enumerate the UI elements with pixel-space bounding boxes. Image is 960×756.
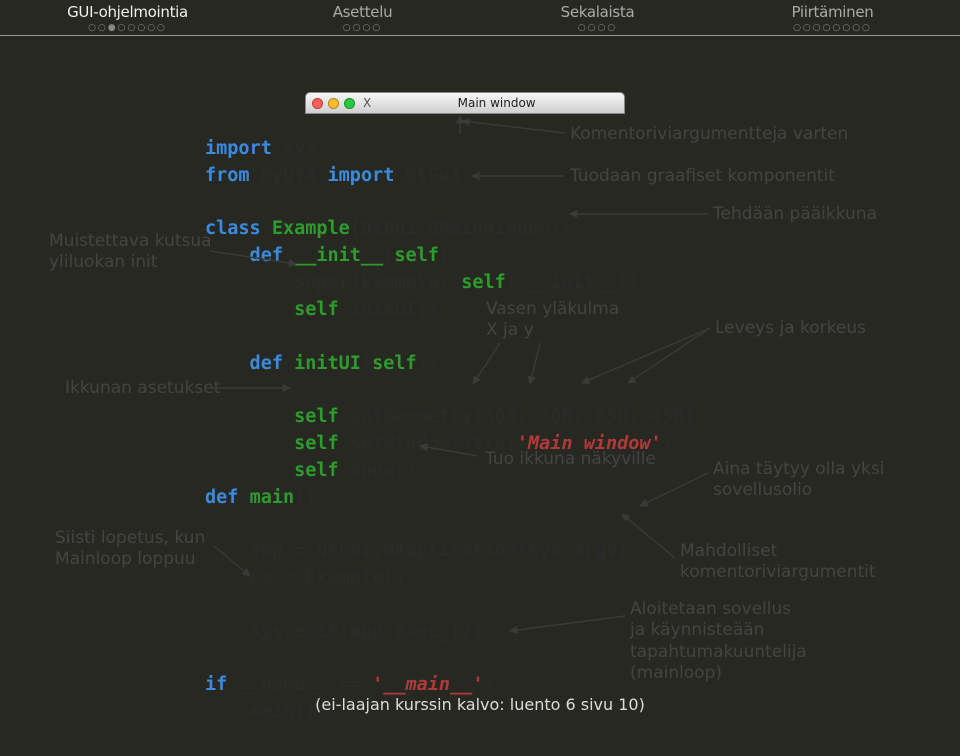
code-block: import sys from PyQt4 import QtGui class…	[205, 136, 695, 726]
nav-item-piirtaminen[interactable]: Piirtäminen ○○○○○○○○	[715, 3, 950, 33]
nav-title: Piirtäminen	[715, 3, 950, 21]
annotation: Ikkunan asetukset	[65, 378, 220, 399]
nav-title: GUI-ohjelmointia	[10, 3, 245, 21]
navbar: GUI-ohjelmointia ○○●○○○○○ Asettelu ○○○○ …	[0, 0, 960, 33]
annotation: Leveys ja korkeus	[715, 318, 866, 339]
annotation: Siisti lopetus, kun Mainloop loppuu	[55, 528, 205, 571]
nav-item-sekalaista[interactable]: Sekalaista ○○○○	[480, 3, 715, 33]
annotation: Tuo ikkuna näkyville	[485, 449, 656, 470]
nav-item-asettelu[interactable]: Asettelu ○○○○	[245, 3, 480, 33]
annotation: Vasen yläkulma X ja y	[486, 299, 619, 342]
annotation: Aloitetaan sovellus ja käynnisteään tapa…	[630, 599, 807, 684]
slide-content: X Main window import sys from PyQt4 impo…	[0, 36, 960, 676]
nav-dots: ○○○○○○○○	[715, 23, 950, 33]
close-icon[interactable]	[312, 98, 323, 109]
nav-item-gui[interactable]: GUI-ohjelmointia ○○●○○○○○	[10, 3, 245, 33]
window-controls	[312, 98, 355, 109]
annotation: Komentoriviargumentteja varten	[570, 124, 848, 145]
nav-title: Asettelu	[245, 3, 480, 21]
mac-window-titlebar: X Main window	[305, 92, 625, 114]
annotation: Aina täytyy olla yksi sovellusolio	[713, 459, 884, 502]
app-icon: X	[363, 96, 371, 110]
nav-dots: ○○○○	[245, 23, 480, 33]
annotation: Mahdolliset komentoriviargumentit	[680, 541, 876, 584]
nav-dots: ○○●○○○○○	[10, 23, 245, 33]
annotation: Tuodaan graafiset komponentit	[570, 166, 835, 187]
nav-dots: ○○○○	[480, 23, 715, 33]
footer: (ei-laajan kurssin kalvo: luento 6 sivu …	[0, 695, 960, 714]
annotation: Tehdään pääikkuna	[713, 204, 877, 225]
annotation: Muistettava kutsua yliluokan init	[49, 231, 212, 274]
maximize-icon[interactable]	[344, 98, 355, 109]
window-title: Main window	[375, 96, 618, 110]
minimize-icon[interactable]	[328, 98, 339, 109]
nav-title: Sekalaista	[480, 3, 715, 21]
